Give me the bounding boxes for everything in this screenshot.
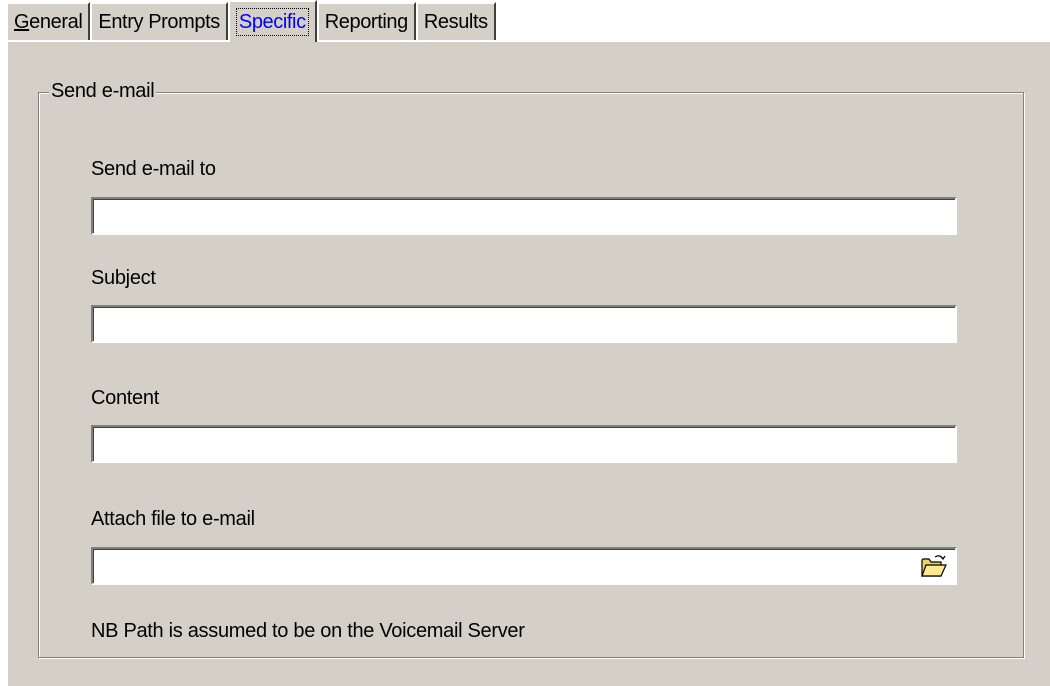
subject-label: Subject <box>91 267 156 289</box>
tab-bar: General Entry Prompts Specific Reporting… <box>6 0 496 42</box>
path-note: NB Path is assumed to be on the Voicemai… <box>91 620 525 642</box>
tab-general[interactable]: General <box>6 2 91 40</box>
tab-entry-prompts-label: Entry Prompts <box>98 10 220 33</box>
content-input[interactable] <box>91 425 957 463</box>
send-to-label: Send e-mail to <box>91 158 216 180</box>
tab-results-label: Results <box>423 10 488 33</box>
tab-focus-rect: Specific <box>235 8 309 36</box>
folder-open-icon[interactable] <box>921 554 947 578</box>
groupbox-title: Send e-mail <box>49 80 157 103</box>
tab-specific[interactable]: Specific <box>227 0 317 42</box>
content-label: Content <box>91 387 159 409</box>
tab-specific-label: Specific <box>238 11 306 33</box>
send-to-input[interactable] <box>91 197 957 235</box>
subject-input[interactable] <box>91 305 957 343</box>
tab-panel-specific: Send e-mail Send e-mail to Subject Conte… <box>6 40 1050 686</box>
tab-reporting-label: Reporting <box>324 10 409 33</box>
tab-reporting[interactable]: Reporting <box>316 2 416 40</box>
tab-entry-prompts[interactable]: Entry Prompts <box>90 2 228 40</box>
attach-label: Attach file to e-mail <box>91 508 255 530</box>
tab-results[interactable]: Results <box>415 2 496 40</box>
send-email-groupbox: Send e-mail Send e-mail to Subject Conte… <box>38 80 1024 658</box>
tab-general-label: General <box>14 10 83 33</box>
attach-input[interactable] <box>91 547 957 585</box>
